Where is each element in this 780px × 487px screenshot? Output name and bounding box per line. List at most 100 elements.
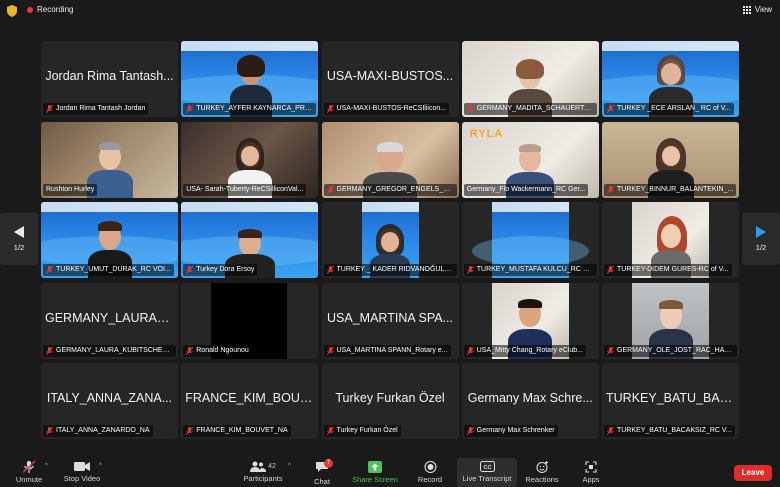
participant-name: USA_MARTINA SPANN_Rotary e... — [336, 346, 448, 354]
grid-view-icon — [742, 5, 751, 14]
participant-tile[interactable]: TURKEY_BINNUR_BALANTEKIN_... — [602, 121, 739, 198]
participant-nameplate: TURKEY _ KADER RIDVANOĞULLA... — [323, 264, 457, 276]
participant-name: TURKEY _ECE ARSLAN_ RC of V... — [617, 105, 731, 112]
reactions-label: Reactions — [525, 475, 559, 484]
share-screen-label: Share Screen — [352, 475, 398, 484]
participant-display-name: Jordan Rima Tantash... — [45, 69, 174, 83]
previous-page-button[interactable]: 1/2 — [0, 213, 38, 265]
audio-options-caret-icon[interactable]: ^ — [45, 463, 48, 469]
muted-mic-icon — [46, 427, 53, 435]
participant-nameplate: TURKEY_BATU_BACAKSIZ_RC V... — [604, 425, 735, 437]
participant-name: TURKEY_MUSTAFA KULCU_RC O... — [476, 266, 594, 273]
muted-mic-icon — [46, 346, 53, 355]
apps-label: Apps — [582, 475, 600, 484]
reactions-button[interactable]: Reactions — [523, 458, 561, 487]
participant-nameplate: Ronald Ngounou — [183, 344, 252, 357]
muted-microphone-icon — [22, 461, 36, 473]
participant-gallery: Jordan Rima Tantash... Jordan Rima Tanta… — [41, 41, 739, 439]
participant-name: TURKEY_BINNUR_BALANTEKIN_... — [617, 185, 734, 193]
participant-nameplate: TURKEY-DIDEM GURES-RC of V... — [604, 264, 732, 276]
participant-name: GERMANY_GREGOR_ENGELS_R... — [336, 185, 454, 193]
recording-dot-icon — [27, 6, 33, 13]
participants-button[interactable]: 42 Participants — [240, 458, 286, 487]
apps-icon — [585, 461, 597, 473]
participant-tile[interactable]: USA- Sarah-Tuberty-ReCSilliconVal... — [181, 121, 319, 198]
participants-count: 42 — [268, 463, 276, 470]
chat-button[interactable]: 7 Chat — [308, 458, 336, 487]
participant-name: TURKEY-DIDEM GURES-RC of V... — [617, 266, 729, 273]
muted-mic-icon — [466, 427, 474, 435]
chat-label: Chat — [314, 477, 330, 486]
participant-tile[interactable]: GERMANY_LAURA_... GERMANY_LAURA_KUBITSCH… — [41, 282, 178, 359]
participant-nameplate: Rushton Hurley — [43, 183, 98, 196]
participant-tile[interactable]: Jordan Rima Tantash... Jordan Rima Tanta… — [41, 41, 178, 117]
share-screen-button[interactable]: Share Screen — [350, 458, 400, 487]
participant-tile[interactable]: TURKEY_MUSTAFA KULCU_RC O... — [461, 202, 599, 278]
view-label: View — [754, 5, 772, 14]
recording-label: Recording — [37, 5, 74, 14]
participant-tile[interactable]: GERMANY_OLE_JOST_RAC_HAM... — [602, 282, 739, 359]
participant-tile[interactable]: GERMANY_GREGOR_ENGELS_R... — [321, 121, 459, 198]
participant-tile[interactable]: USA_Mitty Chang_Rotary eClub... — [461, 282, 599, 359]
muted-mic-icon — [186, 266, 194, 274]
participant-name: TURKEY _ KADER RIDVANOĞULLA... — [336, 266, 454, 273]
recording-indicator[interactable]: Recording — [27, 5, 73, 14]
muted-mic-icon — [186, 105, 194, 113]
participant-tile[interactable]: USA_MARTINA SPA... USA_MARTINA SPANN_Rot… — [321, 282, 459, 359]
participant-display-name: TURKEY_BATU_BAC... — [606, 391, 735, 405]
participant-tile[interactable]: USA-MAXI-BUSTOS... USA-MAXI-BUSTOS-ReCSI… — [321, 41, 459, 117]
participant-tile[interactable]: Turkey Furkan Özel Turkey Furkan Özel — [321, 363, 459, 439]
participant-display-name: ITALY_ANNA_ZANA... — [46, 391, 173, 405]
chevron-left-icon — [14, 226, 24, 238]
participant-tile[interactable]: TURKEY_AYFER KAYNARCA_PRE... — [181, 41, 319, 117]
participant-tile[interactable]: TURKEY _ KADER RIDVANOĞULLA... — [321, 202, 459, 278]
participant-nameplate: TURKEY_UMUT_DURAK_RC VOI... — [43, 264, 174, 276]
participant-display-name: USA-MAXI-BUSTOS... — [326, 69, 454, 83]
participant-display-name: Turkey Furkan Özel — [335, 391, 445, 405]
active-speaker-tile[interactable]: RYLA Germany_Flo Wackermann_RC Ger... — [461, 121, 599, 198]
live-transcript-button[interactable]: CC Live Transcript — [457, 458, 517, 487]
participant-tile[interactable]: TURKEY_UMUT_DURAK_RC VOI... — [41, 202, 178, 278]
leave-button[interactable]: Leave — [734, 465, 772, 481]
participant-nameplate: GERMANY_MADITA_SCHAUERTE... — [463, 103, 597, 115]
next-page-button[interactable]: 1/2 — [742, 213, 780, 265]
muted-mic-icon — [46, 105, 53, 113]
participant-tile[interactable]: FRANCE_KIM_BOUV... FRANCE_KIM_BOUVET_NA — [181, 363, 319, 439]
participant-tile[interactable]: TURKEY_BATU_BAC... TURKEY_BATU_BACAKSIZ_… — [602, 363, 739, 439]
muted-mic-icon — [466, 105, 474, 113]
participant-nameplate: GERMANY_OLE_JOST_RAC_HAM... — [604, 344, 737, 357]
participant-tile[interactable]: TURKEY _ECE ARSLAN_ RC of V... — [602, 41, 739, 117]
participant-tile[interactable]: TURKEY-DIDEM GURES-RC of V... — [602, 202, 739, 278]
participant-name: Turkey Furkan Özel — [336, 427, 398, 434]
record-button[interactable]: Record — [414, 458, 446, 487]
participant-nameplate: Turkey Dora Ersoy — [183, 264, 258, 276]
muted-mic-icon — [607, 105, 614, 113]
participant-tile[interactable]: GERMANY_MADITA_SCHAUERTE... — [461, 41, 599, 117]
muted-mic-icon — [186, 427, 194, 435]
participant-name: Germany_Flo Wackermann_RC Ger... — [466, 185, 586, 193]
unmute-button[interactable]: Unmute — [12, 458, 46, 487]
shield-icon[interactable] — [7, 5, 17, 17]
participant-tile[interactable]: Turkey Dora Ersoy — [181, 202, 319, 278]
participant-name: TURKEY_AYFER KAYNARCA_PRE... — [196, 105, 314, 112]
participant-display-name: USA_MARTINA SPA... — [327, 310, 453, 325]
participants-options-caret-icon[interactable]: ^ — [288, 463, 291, 469]
view-button[interactable]: View — [742, 5, 772, 14]
participant-tile[interactable]: ITALY_ANNA_ZANA... ITALY_ANNA_ZANARDO_NA — [41, 363, 178, 439]
video-options-caret-icon[interactable]: ^ — [99, 463, 102, 469]
video-camera-icon — [74, 462, 90, 471]
participant-nameplate: GERMANY_GREGOR_ENGELS_R... — [323, 183, 457, 196]
participant-tile[interactable]: Ronald Ngounou — [181, 282, 319, 359]
stop-video-button[interactable]: Stop Video — [60, 458, 104, 487]
participant-nameplate: TURKEY_AYFER KAYNARCA_PRE... — [183, 103, 317, 115]
apps-button[interactable]: Apps — [576, 458, 606, 487]
muted-mic-icon — [326, 427, 334, 435]
participant-name: TURKEY_UMUT_DURAK_RC VOI... — [56, 266, 171, 273]
participant-tile[interactable]: Rushton Hurley — [41, 121, 178, 198]
meeting-toolbar: Unmute ^ Stop Video ^ 42 Participants ^ … — [0, 458, 780, 487]
participant-tile[interactable]: Germany Max Schre... Germany Max Schrenk… — [461, 363, 599, 439]
closed-caption-icon: CC — [479, 461, 495, 472]
participant-display-name: GERMANY_LAURA_... — [45, 310, 174, 325]
participant-name: GERMANY_OLE_JOST_RAC_HAM... — [617, 346, 734, 354]
live-transcript-label: Live Transcript — [462, 474, 512, 483]
